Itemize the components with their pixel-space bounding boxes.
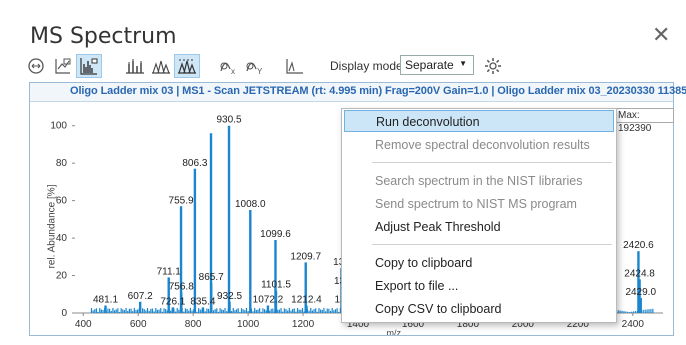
menu-item-run-deconvolution[interactable]: Run deconvolution: [344, 110, 614, 132]
x-tick-label: 1200: [292, 319, 315, 330]
peak-label: 932.5: [217, 291, 242, 302]
scale-x-icon[interactable]: x: [216, 54, 242, 78]
peak-label: 806.3: [182, 158, 207, 169]
x-tick-label: 400: [75, 319, 92, 330]
display-mode-value: Separate: [405, 58, 454, 72]
ms-spectrum-panel: MS Spectrum ✕ x Y Display mode Separate …: [0, 0, 686, 345]
peak-label: 2429.0: [625, 287, 656, 298]
bar-peaks-icon[interactable]: [76, 54, 102, 78]
autoscale-y-icon[interactable]: [50, 54, 76, 78]
chart-header: Oligo Ladder mix 03 | MS1 - Scan JETSTRE…: [30, 83, 686, 102]
svg-text:Y: Y: [257, 67, 263, 76]
peak-label: 1099.6: [260, 229, 291, 240]
peak-label: 1008.0: [235, 199, 266, 210]
peak-label-icon[interactable]: [122, 54, 148, 78]
menu-separator: [372, 244, 612, 245]
y-tick-label: 80: [56, 158, 68, 169]
menu-item-search-nist[interactable]: Search spectrum in the NIST libraries: [344, 170, 614, 192]
menu-item-remove-deconvolution[interactable]: Remove spectral deconvolution results: [344, 134, 614, 156]
svg-text:x: x: [231, 67, 235, 76]
menu-item-copy-csv[interactable]: Copy CSV to clipboard: [344, 298, 614, 320]
x-tick-label: 2400: [622, 319, 645, 330]
y-tick-label: 0: [61, 308, 67, 319]
toolbar: x Y Display mode Separate ▼: [28, 54, 670, 80]
zoom-reset-icon[interactable]: [24, 54, 50, 78]
x-tick-label: 1000: [237, 319, 260, 330]
menu-item-export-file[interactable]: Export to file ...: [344, 275, 614, 297]
peak-label: 1101.5: [261, 280, 291, 291]
peak-label: 2424.8: [624, 268, 655, 279]
menu-item-copy-clipboard[interactable]: Copy to clipboard: [344, 252, 614, 274]
display-mode-label: Display mode: [330, 59, 403, 73]
context-menu: Run deconvolution Remove spectral deconv…: [341, 108, 617, 323]
panel-title: MS Spectrum: [30, 24, 177, 49]
peak-label: 756.8: [169, 281, 194, 292]
peak-label: 755.9: [169, 195, 194, 206]
peak-label: 1212.4: [291, 295, 322, 306]
x-tick-label: 800: [185, 319, 202, 330]
peak-label: 481.1: [93, 295, 118, 306]
y-tick-label: 100: [50, 121, 67, 132]
line-profile-icon[interactable]: [282, 54, 308, 78]
peak-label: 930.5: [216, 115, 241, 126]
display-mode-select[interactable]: Separate ▼: [400, 55, 474, 75]
menu-separator: [372, 162, 612, 163]
settings-icon[interactable]: [480, 54, 506, 78]
menu-item-adjust-threshold[interactable]: Adjust Peak Threshold: [344, 216, 614, 238]
peak-label: 2420.6: [623, 240, 654, 251]
chevron-down-icon: ▼: [459, 59, 467, 68]
peak-label-selected-icon[interactable]: [174, 54, 200, 78]
close-icon[interactable]: ✕: [652, 25, 670, 47]
menu-item-send-nist[interactable]: Send spectrum to NIST MS program: [344, 193, 614, 215]
peak-label: 726.1: [160, 296, 185, 307]
peak-label: 835.4: [190, 296, 215, 307]
max-intensity-label: Max: 192390: [614, 108, 674, 134]
peak-label: 711.1: [157, 266, 182, 277]
peak-label-alt-icon[interactable]: [148, 54, 174, 78]
scale-y-icon[interactable]: Y: [242, 54, 268, 78]
y-tick-label: 20: [56, 271, 68, 282]
y-tick-label: 60: [56, 196, 68, 207]
y-tick-label: 40: [56, 233, 68, 244]
x-tick-label: 600: [130, 319, 147, 330]
x-axis-title: m/z: [386, 328, 401, 335]
peak-label: 1072.2: [253, 295, 284, 306]
peak-label: 607.2: [128, 291, 153, 302]
peak-label: 1209.7: [290, 251, 321, 262]
chart-header-text: Oligo Ladder mix 03 | MS1 - Scan JETSTRE…: [70, 85, 686, 97]
peak-label: 865.7: [199, 272, 224, 283]
